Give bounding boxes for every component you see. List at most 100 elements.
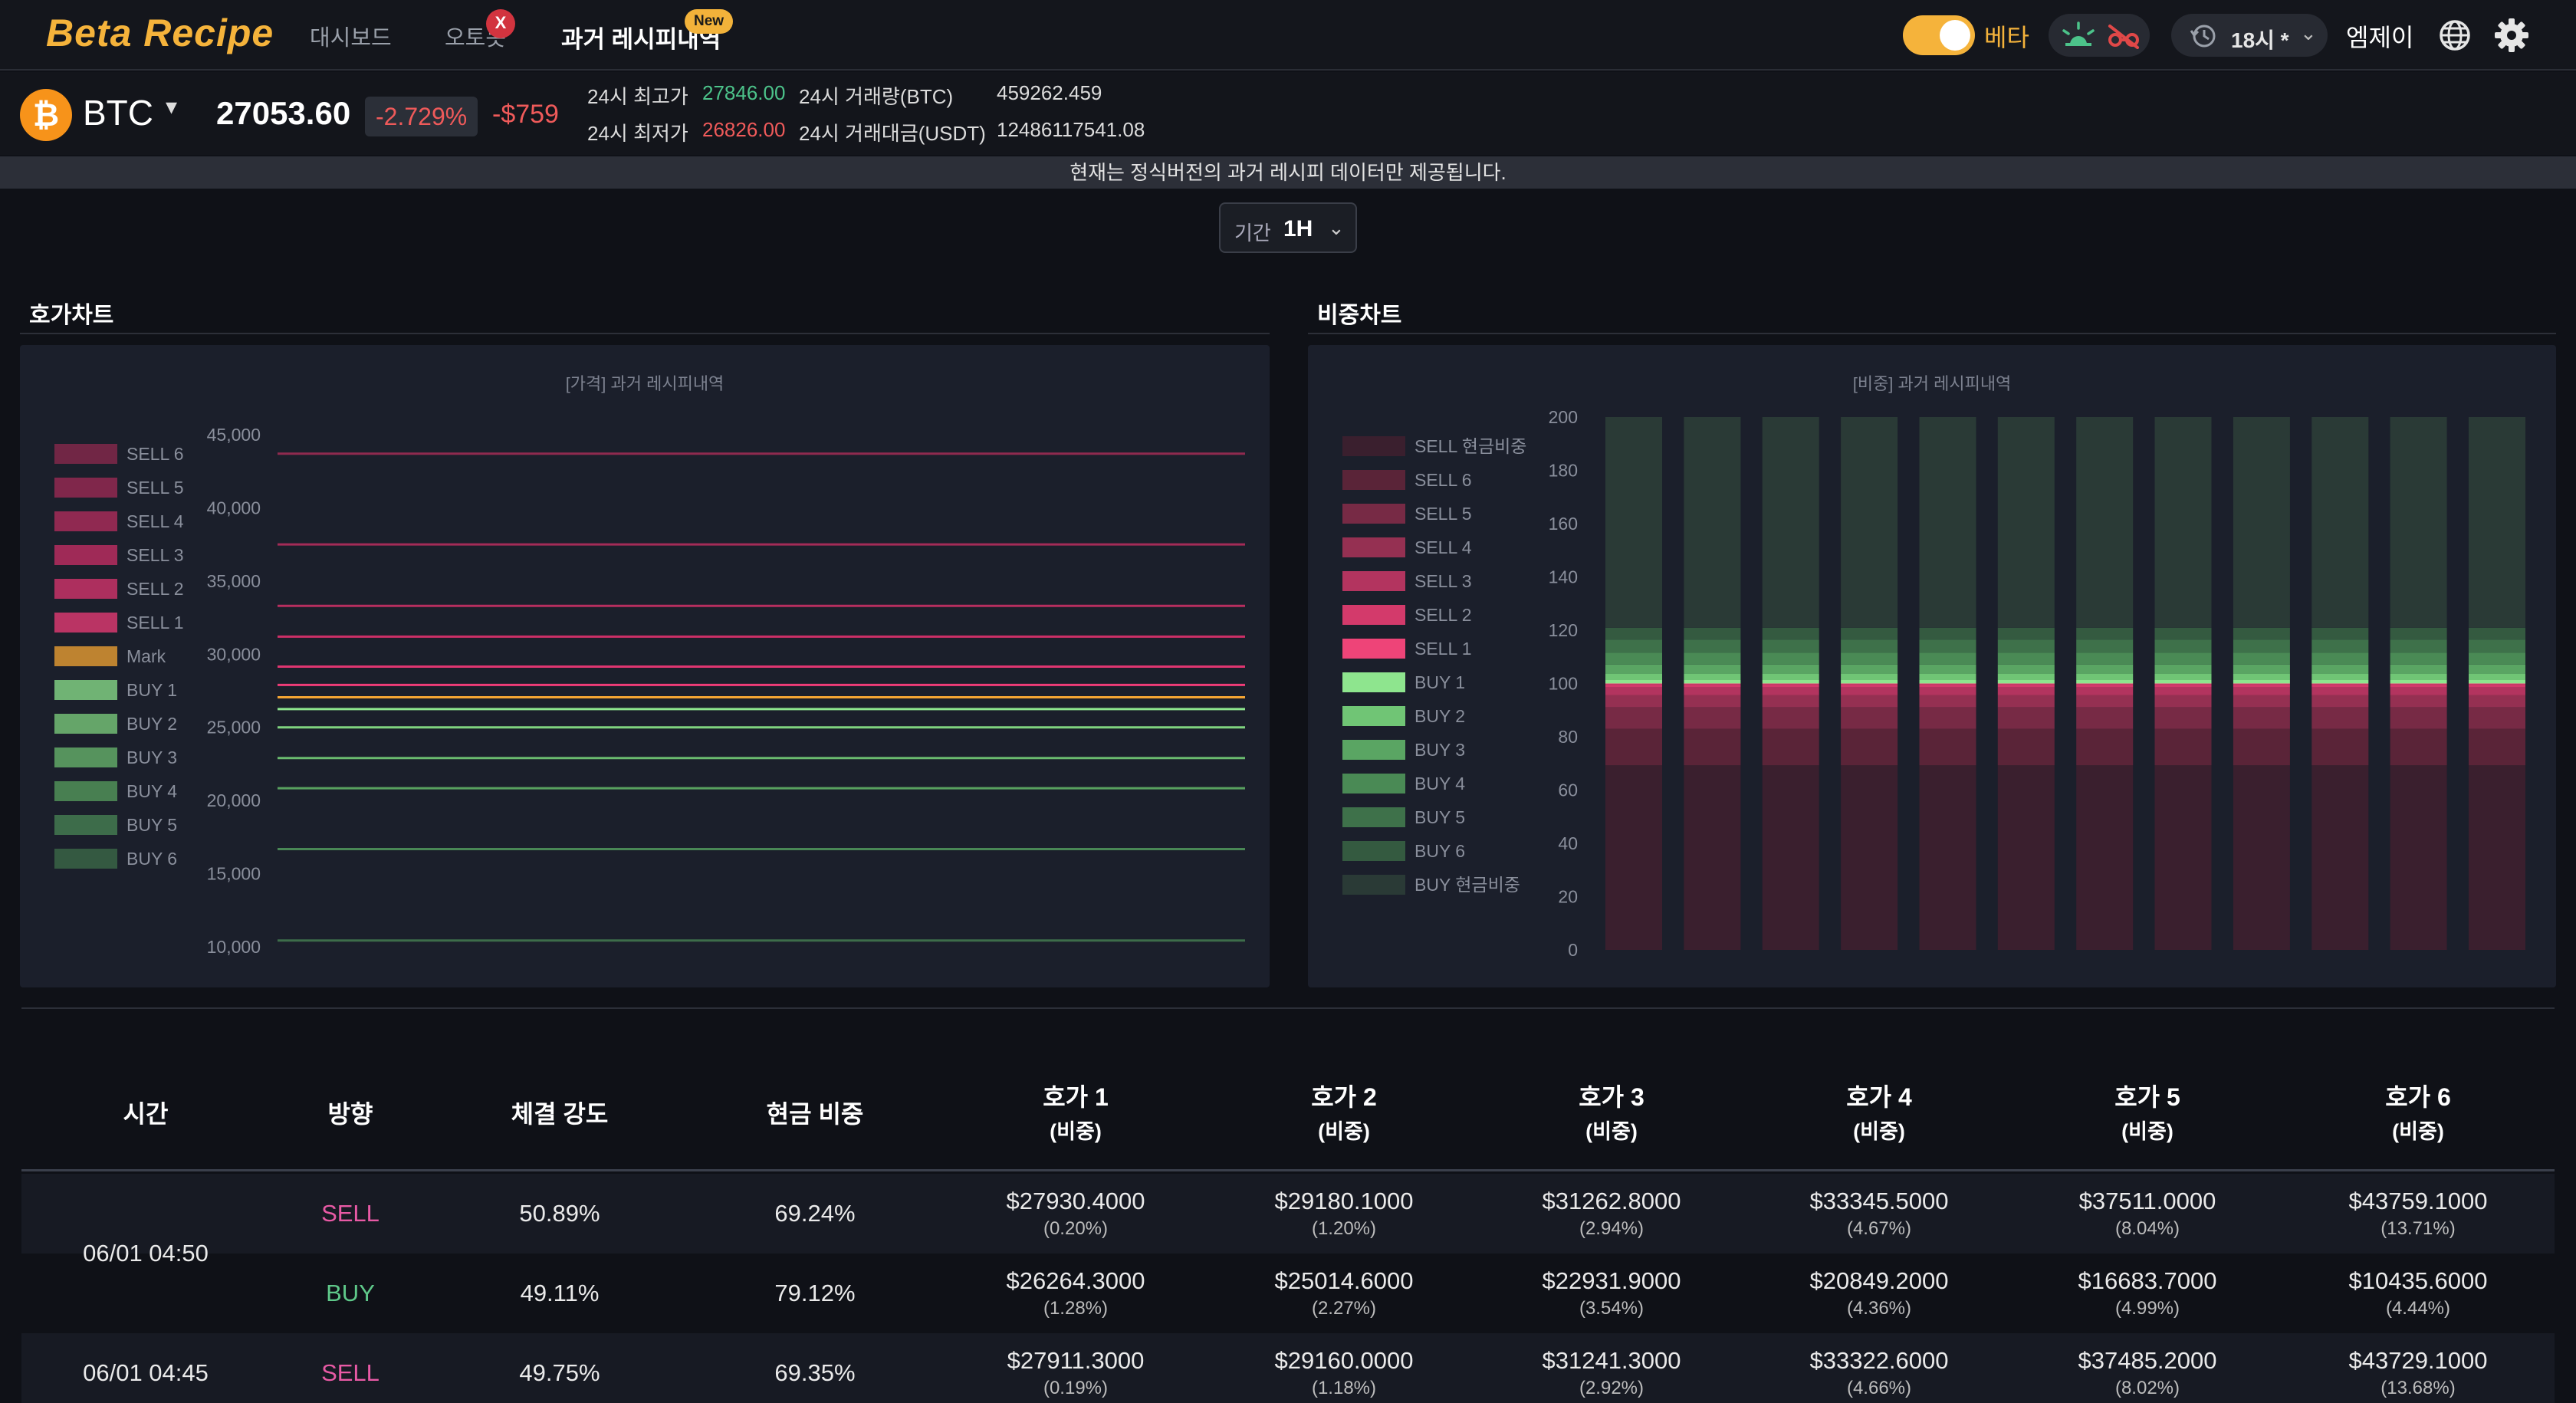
level-weight: (8.04%): [2114, 1218, 2180, 1239]
bar-segment: [1684, 680, 1741, 684]
orderbook-level-cell: $33322.6000 (4.66%): [1745, 1333, 2013, 1403]
caret-down-icon[interactable]: ▾: [166, 94, 177, 120]
legend-label: BUY 1: [127, 680, 177, 700]
bar-segment: [2154, 695, 2212, 708]
level-price: $27911.3000: [1007, 1347, 1145, 1374]
level-weight: (3.54%): [1579, 1298, 1644, 1319]
y-tick-label: 140: [1549, 567, 1578, 587]
period-select[interactable]: 기간 1H ⌄: [1219, 202, 1357, 253]
bar-segment: [2233, 695, 2290, 708]
globe-icon[interactable]: [2438, 18, 2472, 52]
bar-segment: [2076, 652, 2134, 665]
bar-segment: [2469, 627, 2525, 640]
bar-segment: [1997, 695, 2055, 708]
bar-segment: [1997, 684, 2055, 688]
bar-segment: [2076, 684, 2134, 688]
new-badge: New: [685, 9, 734, 34]
level-price: $26264.3000: [1006, 1267, 1145, 1294]
orderbook-level-cell: $10435.6000 (4.44%): [2282, 1254, 2555, 1333]
table-row[interactable]: SELL 50.89% 69.24% $27930.4000 (0.20%) $29180…: [21, 1174, 2555, 1254]
direction-cell: SELL: [321, 1200, 380, 1227]
bar-segment: [2154, 680, 2212, 684]
bar-segment: [1997, 680, 2055, 684]
notification-pill[interactable]: [2049, 14, 2150, 57]
bar-segment: [2154, 674, 2212, 680]
app-logo[interactable]: Beta Recipe: [46, 11, 274, 55]
table-row[interactable]: SELL 49.75% 69.35% $27911.3000 (0.19%) $29160…: [21, 1333, 2555, 1403]
bar-segment: [1841, 707, 1898, 729]
legend-label: SELL 5: [1414, 504, 1472, 524]
bar-segment: [2390, 674, 2447, 680]
legend-label: SELL 1: [127, 613, 184, 632]
level-weight: (0.20%): [1043, 1218, 1109, 1239]
gear-icon[interactable]: [2493, 17, 2530, 54]
bar-segment: [2076, 728, 2134, 766]
y-tick-label: 0: [1568, 940, 1578, 960]
bar-segment: [2154, 664, 2212, 674]
alarm-icon[interactable]: [2061, 21, 2096, 49]
low-value: 26826.00: [702, 118, 786, 141]
time-value: 18시 *: [2231, 28, 2289, 52]
cash-weight-cell: 69.24%: [774, 1200, 856, 1227]
legend-swatch: [54, 781, 117, 801]
bar-segment: [1605, 627, 1662, 640]
beta-label: 베타: [1984, 24, 2029, 51]
column-header: 호가 2 (비중): [1210, 1056, 1478, 1171]
bar-segment: [1841, 639, 1898, 653]
table-row[interactable]: BUY 49.11% 79.12% $26264.3000 (1.28%) $25014.…: [21, 1254, 2555, 1333]
time-select[interactable]: 18시 * ⌄: [2171, 14, 2328, 57]
bar-segment: [2233, 687, 2290, 695]
user-name[interactable]: 엠제이: [2346, 18, 2413, 54]
column-header: 현금 비중: [688, 1056, 941, 1171]
legend-label: BUY 5: [1414, 807, 1465, 827]
bar-segment: [2076, 674, 2134, 680]
legend-swatch: [54, 545, 117, 565]
symbol-select[interactable]: BTC: [83, 92, 153, 133]
legend-swatch: [54, 444, 117, 464]
column-header-sub: (비중): [1585, 1120, 1638, 1143]
column-header: 호가 5 (비중): [2013, 1056, 2282, 1171]
autobot-x-badge: X: [486, 9, 515, 38]
bar-segment: [2076, 664, 2134, 674]
bar-segment: [2312, 627, 2369, 640]
bar-segment: [1762, 627, 1819, 640]
orderbook-level-cell: $20849.2000 (4.36%): [1745, 1254, 2013, 1333]
y-tick-label: 45,000: [207, 425, 261, 445]
change-amount: -$759: [492, 100, 559, 129]
beta-toggle[interactable]: [1903, 15, 1975, 55]
bar-segment: [1919, 695, 1976, 708]
direction-cell: BUY: [326, 1280, 375, 1306]
y-tick-label: 15,000: [207, 864, 261, 884]
legend-label: SELL 3: [127, 545, 184, 565]
legend-label: SELL 2: [1414, 605, 1472, 625]
legend-swatch: [1342, 740, 1405, 760]
bar-segment: [2312, 695, 2369, 708]
glasses-off-icon[interactable]: [2107, 23, 2141, 49]
level-weight: (4.99%): [2114, 1298, 2180, 1319]
y-tick-label: 160: [1549, 514, 1578, 534]
nav-dashboard[interactable]: 대시보드: [310, 20, 392, 52]
orderbook-level-cell: $26264.3000 (1.28%): [941, 1254, 1210, 1333]
bar-segment: [2390, 695, 2447, 708]
bar-segment: [1841, 765, 1898, 950]
bar-segment: [2469, 639, 2525, 653]
column-header-label: 호가 6: [2385, 1083, 2451, 1111]
level-price: $29180.1000: [1274, 1188, 1414, 1214]
last-price: 27053.60: [216, 95, 351, 131]
bar-segment: [1762, 687, 1819, 695]
time-cell: 06/01 04:50: [83, 1240, 209, 1267]
column-header-label: 방향: [327, 1100, 373, 1128]
legend-label: SELL 2: [127, 579, 184, 599]
orderbook-level-cell: $31262.8000 (2.94%): [1478, 1174, 1745, 1254]
bar-segment: [2233, 683, 2290, 685]
level-price: $16683.7000: [2078, 1267, 2217, 1294]
y-tick-label: 120: [1549, 620, 1578, 640]
legend-label: SELL 현금비중: [1414, 436, 1526, 456]
bar-segment: [1841, 695, 1898, 708]
orderbook-chart-title: 호가차트: [29, 303, 114, 328]
legend-label: SELL 5: [127, 478, 184, 498]
bar-segment: [2390, 684, 2447, 688]
bar-segment: [1605, 683, 1662, 685]
bar-segment: [1841, 683, 1898, 685]
bar-segment: [2233, 652, 2290, 665]
